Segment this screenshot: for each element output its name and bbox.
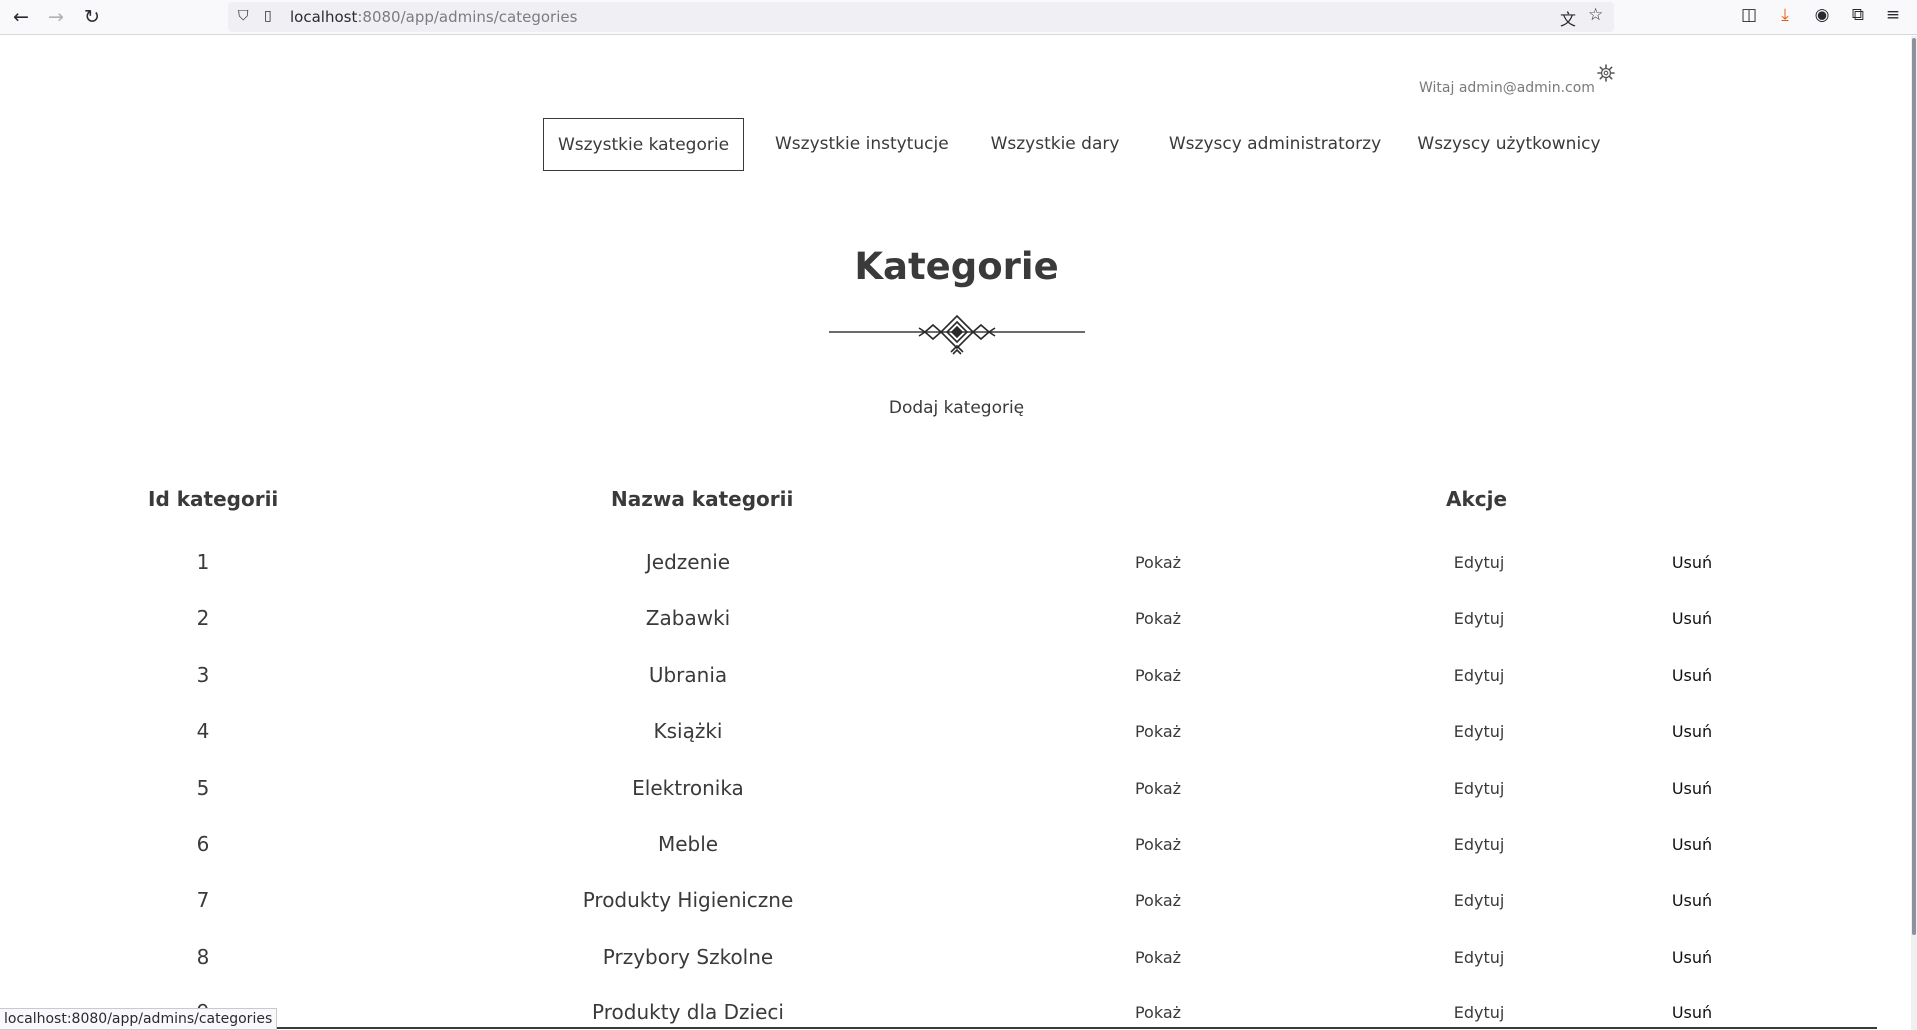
divider	[260, 1027, 1877, 1029]
bookmark-star-icon[interactable]: ☆	[1588, 5, 1603, 25]
delete-link[interactable]: Usuń	[1642, 722, 1742, 741]
url-path: :8080/app/admins/categories	[357, 8, 578, 26]
pocket-icon[interactable]: ◫	[1737, 5, 1761, 25]
nav-item-all-admins[interactable]: Wszyscy administratorzy	[1165, 118, 1385, 171]
category-name: Książki	[653, 719, 723, 743]
category-name: Produkty dla Dzieci	[592, 1000, 784, 1024]
col-header-id: Id kategorii	[148, 487, 279, 511]
welcome-text: Witaj admin@admin.com	[1419, 80, 1595, 96]
category-name: Ubrania	[648, 663, 728, 687]
menu-icon[interactable]: ≡	[1881, 5, 1905, 25]
url-host: localhost	[290, 8, 358, 26]
category-id: 8	[196, 945, 210, 969]
translate-icon[interactable]: 文	[1560, 6, 1576, 30]
delete-link[interactable]: Usuń	[1642, 891, 1742, 910]
category-id: 4	[196, 719, 210, 743]
delete-link[interactable]: Usuń	[1642, 835, 1742, 854]
nav-item-all-donations[interactable]: Wszystkie dary	[990, 118, 1120, 171]
show-link[interactable]: Pokaż	[1108, 779, 1208, 798]
category-name: Produkty Higieniczne	[582, 888, 794, 912]
table-row: 6 Meble Pokaż Edytuj Usuń	[0, 832, 1913, 888]
page-icon[interactable]: ▯	[264, 8, 272, 24]
delete-link[interactable]: Usuń	[1642, 609, 1742, 628]
delete-link[interactable]: Usuń	[1642, 553, 1742, 572]
back-icon[interactable]: ←	[7, 3, 35, 31]
table-row: 2 Zabawki Pokaż Edytuj Usuń	[0, 606, 1913, 662]
decoration-ornament	[829, 314, 1085, 355]
download-icon[interactable]: ⤓	[1773, 5, 1797, 25]
gear-icon[interactable]	[1596, 63, 1616, 83]
category-name: Jedzenie	[645, 550, 731, 574]
url-bar[interactable]: ⛉ ▯ localhost:8080/app/admins/categories…	[228, 2, 1614, 32]
table-row: 8 Przybory Szkolne Pokaż Edytuj Usuń	[0, 945, 1913, 1001]
browser-toolbar: ← → ↻ ⛉ ▯ localhost:8080/app/admins/cate…	[0, 0, 1917, 35]
show-link[interactable]: Pokaż	[1108, 1003, 1208, 1022]
extensions-icon[interactable]: ⧉	[1846, 5, 1870, 25]
show-link[interactable]: Pokaż	[1108, 666, 1208, 685]
edit-link[interactable]: Edytuj	[1429, 609, 1529, 628]
delete-link[interactable]: Usuń	[1642, 948, 1742, 967]
table-row: 9 Produkty dla Dzieci Pokaż Edytuj Usuń	[0, 1000, 1913, 1030]
edit-link[interactable]: Edytuj	[1429, 779, 1529, 798]
category-id: 5	[196, 776, 210, 800]
nav-item-all-users[interactable]: Wszyscy użytkownicy	[1414, 118, 1604, 171]
edit-link[interactable]: Edytuj	[1429, 722, 1529, 741]
edit-link[interactable]: Edytuj	[1429, 1003, 1529, 1022]
edit-link[interactable]: Edytuj	[1429, 891, 1529, 910]
link-status-bar: localhost:8080/app/admins/categories	[0, 1008, 278, 1030]
col-header-name: Nazwa kategorii	[611, 487, 794, 511]
nav-item-all-institutions[interactable]: Wszystkie instytucje	[775, 118, 949, 171]
category-id: 1	[196, 550, 210, 574]
url-text[interactable]: localhost:8080/app/admins/categories	[290, 8, 577, 26]
table-row: 5 Elektronika Pokaż Edytuj Usuń	[0, 776, 1913, 832]
table-row: 4 Książki Pokaż Edytuj Usuń	[0, 719, 1913, 775]
category-name: Przybory Szkolne	[602, 945, 774, 969]
table-row: 3 Ubrania Pokaż Edytuj Usuń	[0, 663, 1913, 719]
add-category-label[interactable]: Dodaj kategorię	[889, 398, 1024, 418]
show-link[interactable]: Pokaż	[1108, 722, 1208, 741]
delete-link[interactable]: Usuń	[1642, 779, 1742, 798]
edit-link[interactable]: Edytuj	[1429, 666, 1529, 685]
delete-link[interactable]: Usuń	[1642, 666, 1742, 685]
edit-link[interactable]: Edytuj	[1429, 948, 1529, 967]
category-name: Elektronika	[632, 776, 744, 800]
show-link[interactable]: Pokaż	[1108, 835, 1208, 854]
nav-item-all-categories[interactable]: Wszystkie kategorie	[543, 118, 744, 171]
delete-link[interactable]: Usuń	[1642, 1003, 1742, 1022]
table-row: 7 Produkty Higieniczne Pokaż Edytuj Usuń	[0, 888, 1913, 944]
category-name: Zabawki	[645, 606, 731, 630]
show-link[interactable]: Pokaż	[1108, 948, 1208, 967]
category-id: 2	[196, 606, 210, 630]
page-title: Kategorie	[854, 245, 1059, 288]
shield-icon[interactable]: ⛉	[238, 8, 249, 24]
category-id: 3	[196, 663, 210, 687]
edit-link[interactable]: Edytuj	[1429, 835, 1529, 854]
account-icon[interactable]: ◉	[1810, 5, 1834, 25]
category-id: 7	[196, 888, 210, 912]
category-name: Meble	[657, 832, 719, 856]
col-header-actions: Akcje	[1446, 487, 1508, 511]
forward-icon[interactable]: →	[42, 3, 70, 31]
add-category-link: Dodaj kategorię	[0, 398, 1913, 418]
edit-link[interactable]: Edytuj	[1429, 553, 1529, 572]
show-link[interactable]: Pokaż	[1108, 609, 1208, 628]
show-link[interactable]: Pokaż	[1108, 553, 1208, 572]
show-link[interactable]: Pokaż	[1108, 891, 1208, 910]
table-row: 1 Jedzenie Pokaż Edytuj Usuń	[0, 550, 1913, 606]
reload-icon[interactable]: ↻	[78, 3, 106, 31]
category-id: 6	[196, 832, 210, 856]
